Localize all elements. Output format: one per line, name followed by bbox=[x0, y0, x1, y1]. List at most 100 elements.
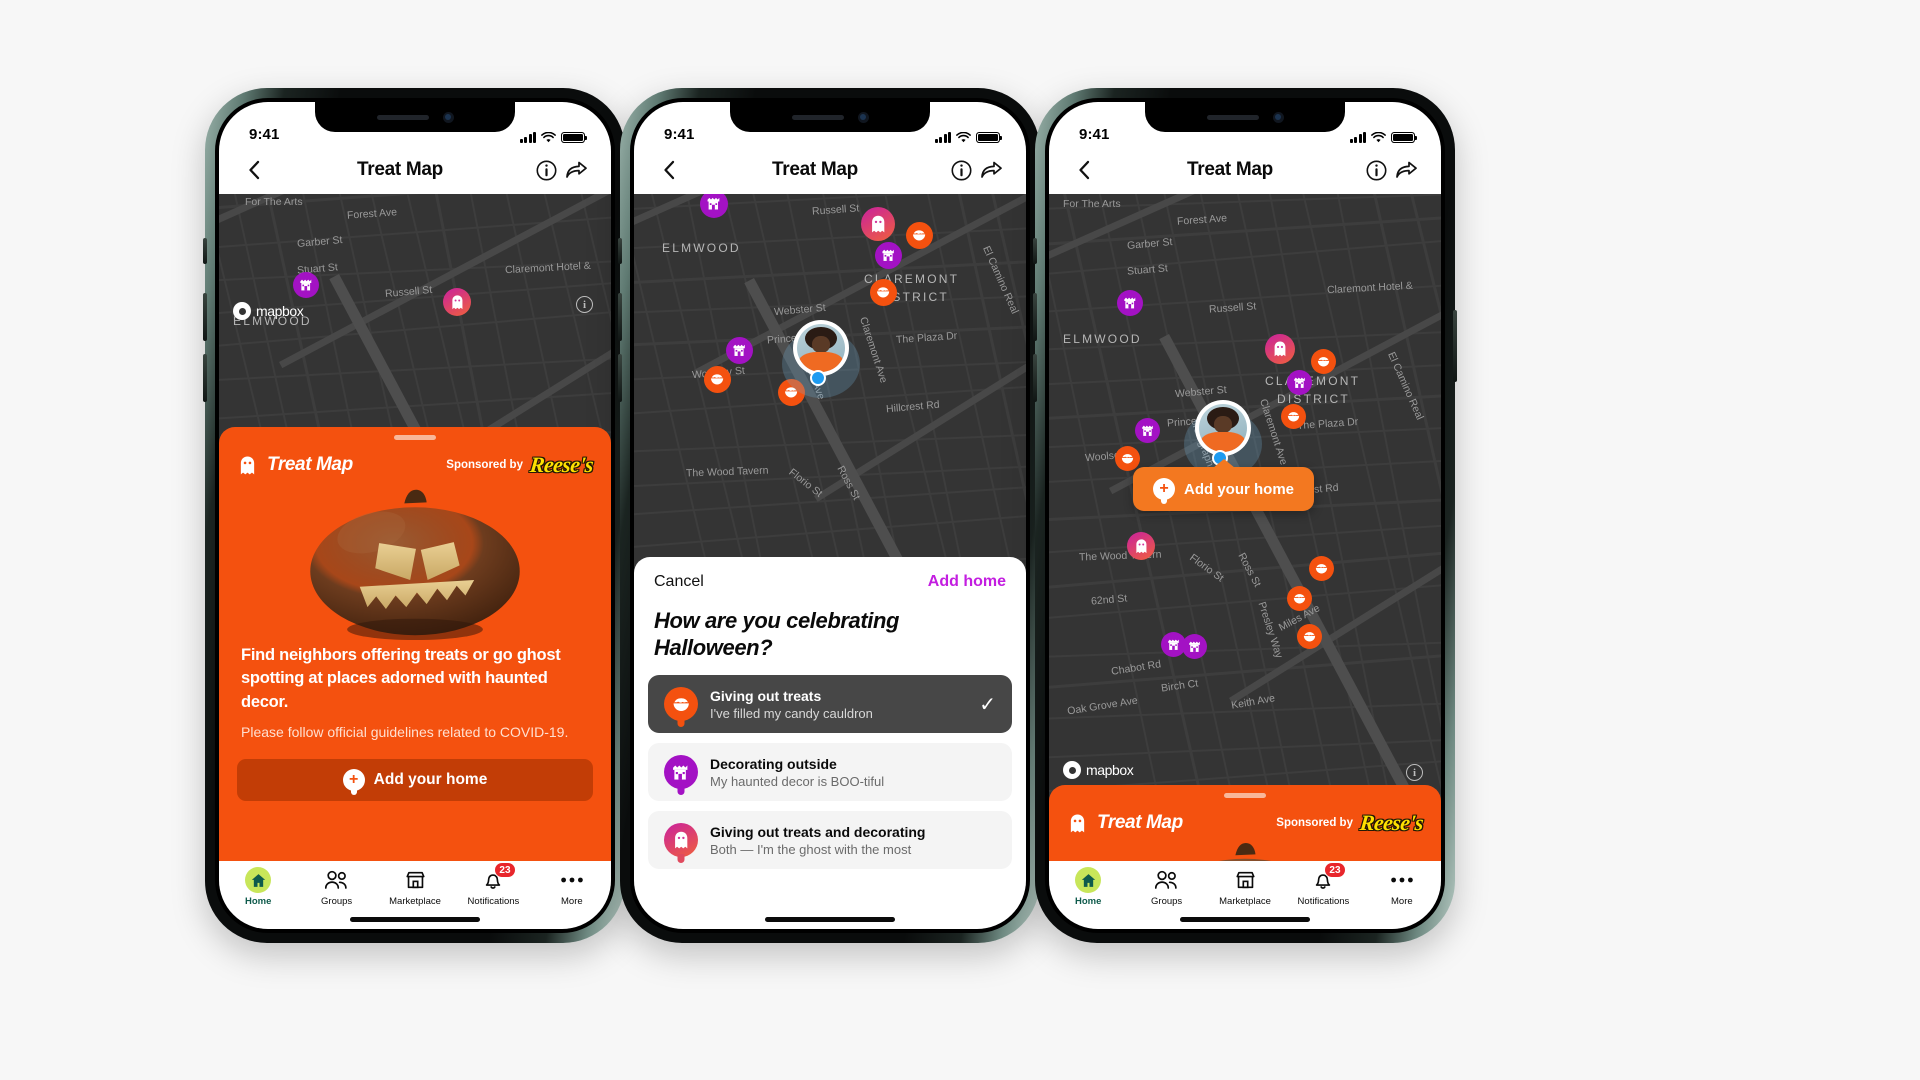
map-pin-ghost[interactable] bbox=[443, 288, 471, 316]
treat-map-promo-card: Treat Map Sponsored by Reese's bbox=[1049, 785, 1441, 861]
back-button[interactable] bbox=[654, 160, 684, 180]
tab-notifications[interactable]: 23 Notifications bbox=[454, 862, 532, 907]
option-text: Decorating outside My haunted decor is BO… bbox=[710, 756, 996, 789]
add-your-home-pill-label: Add your home bbox=[1184, 480, 1295, 498]
ghost-icon bbox=[1070, 813, 1085, 832]
status-time: 9:41 bbox=[1079, 126, 1110, 143]
map-pin-treat[interactable] bbox=[1311, 349, 1336, 374]
tab-marketplace[interactable]: Marketplace bbox=[1206, 867, 1284, 907]
pumpkin-illustration bbox=[1218, 843, 1272, 861]
battery-icon bbox=[561, 131, 588, 143]
map-pin-decor[interactable] bbox=[1182, 634, 1207, 659]
option-title: Giving out treats and decorating bbox=[710, 823, 926, 840]
share-arrow-icon[interactable] bbox=[1391, 160, 1421, 180]
map-pin-decor[interactable] bbox=[1135, 418, 1160, 443]
option-title: Decorating outside bbox=[710, 755, 837, 772]
wifi-icon bbox=[1371, 131, 1386, 142]
location-dot bbox=[810, 370, 826, 386]
notifications-badge: 23 bbox=[494, 862, 516, 878]
map-pin-treat[interactable] bbox=[1297, 624, 1322, 649]
page-title: Treat Map bbox=[357, 159, 443, 180]
map-pin-treat[interactable] bbox=[1309, 556, 1334, 581]
info-circle-icon[interactable] bbox=[1361, 160, 1391, 181]
mapbox-attribution[interactable]: mapbox bbox=[233, 302, 304, 320]
tab-groups[interactable]: Groups bbox=[297, 867, 375, 907]
battery-icon bbox=[976, 131, 1003, 143]
map-pin-decor[interactable] bbox=[1287, 370, 1312, 395]
phone-2: 9:41 Treat Map Russell St ELMWOOD CLAREM… bbox=[618, 88, 1042, 943]
info-circle-icon[interactable] bbox=[531, 160, 561, 181]
map-pin-decor[interactable] bbox=[726, 337, 753, 364]
tab-label: Groups bbox=[321, 896, 353, 907]
share-arrow-icon[interactable] bbox=[561, 160, 591, 180]
celebration-option-1[interactable]: Giving out treats I've filled my candy ca… bbox=[648, 675, 1012, 734]
home-indicator[interactable] bbox=[765, 917, 895, 922]
map-pin-ghost[interactable] bbox=[1265, 334, 1295, 364]
tab-groups[interactable]: Groups bbox=[1127, 867, 1205, 907]
home-icon bbox=[245, 867, 272, 893]
page-title: Treat Map bbox=[1187, 159, 1273, 180]
phone-1-bezel: 9:41 Treat Map For The Arts Forest Ave G… bbox=[215, 98, 615, 933]
map-pin-ghost[interactable] bbox=[1127, 532, 1155, 560]
tab-label: More bbox=[1391, 896, 1413, 907]
add-your-home-label: Add your home bbox=[373, 771, 488, 789]
tab-more[interactable]: More bbox=[533, 867, 611, 907]
phone-3-bezel: 9:41 Treat Map For The Arts Forest Ave G… bbox=[1045, 98, 1445, 933]
notch bbox=[315, 102, 515, 132]
mapbox-label: mapbox bbox=[256, 303, 304, 319]
add-your-home-pill[interactable]: + Add your home bbox=[1133, 467, 1315, 511]
map-street-label: ELMWOOD bbox=[1063, 332, 1142, 346]
tab-label: Notifications bbox=[1297, 896, 1350, 907]
nav-bar: Treat Map bbox=[634, 146, 1026, 194]
marketplace-icon bbox=[1235, 871, 1255, 889]
celebration-option-3[interactable]: Giving out treats and decorating Both — I… bbox=[648, 811, 1012, 870]
ellipsis-icon bbox=[1391, 877, 1413, 883]
info-circle-icon[interactable] bbox=[946, 160, 976, 181]
tab-label: Home bbox=[1075, 896, 1102, 907]
celebration-option-2[interactable]: Decorating outside My haunted decor is BO… bbox=[648, 743, 1012, 802]
map-pin-treat[interactable] bbox=[704, 366, 731, 393]
sponsor-logo: Reese's bbox=[1358, 810, 1425, 835]
home-indicator[interactable] bbox=[1180, 917, 1310, 922]
map-pin-treat[interactable] bbox=[1115, 446, 1140, 471]
home-icon bbox=[1075, 867, 1102, 893]
tab-home[interactable]: Home bbox=[219, 867, 297, 907]
tab-notifications[interactable]: 23 Notifications bbox=[1284, 862, 1362, 907]
map-pin-treat[interactable] bbox=[870, 279, 897, 306]
map-info-icon[interactable]: i bbox=[1406, 764, 1423, 781]
tab-label: Groups bbox=[1151, 896, 1183, 907]
promo-headline: Find neighbors offering treats or go gho… bbox=[241, 646, 561, 711]
add-home-button[interactable]: Add home bbox=[928, 573, 1006, 591]
cancel-button[interactable]: Cancel bbox=[654, 573, 704, 591]
map-pin-treat[interactable] bbox=[1281, 404, 1306, 429]
map-pin-treat[interactable] bbox=[1287, 586, 1312, 611]
option-subtitle: Both — I'm the ghost with the most bbox=[710, 841, 912, 857]
tab-marketplace[interactable]: Marketplace bbox=[376, 867, 454, 907]
sponsored-by-label: Sponsored by bbox=[446, 459, 523, 471]
mapbox-attribution[interactable]: mapbox bbox=[1063, 761, 1134, 779]
back-button[interactable] bbox=[239, 160, 269, 180]
share-arrow-icon[interactable] bbox=[976, 160, 1006, 180]
map-info-icon[interactable]: i bbox=[576, 296, 593, 313]
map-pin-decor[interactable] bbox=[1117, 290, 1143, 316]
ghost-icon bbox=[664, 823, 698, 858]
tab-more[interactable]: More bbox=[1363, 867, 1441, 907]
map-pin-decor[interactable] bbox=[875, 242, 902, 269]
screenshot-canvas: 9:41 Treat Map For The Arts Forest Ave G… bbox=[0, 0, 1920, 1080]
user-location-puck[interactable] bbox=[782, 320, 860, 398]
phone-1: 9:41 Treat Map For The Arts Forest Ave G… bbox=[203, 88, 627, 943]
home-indicator[interactable] bbox=[350, 917, 480, 922]
option-subtitle: I've filled my candy cauldron bbox=[710, 705, 873, 721]
back-button[interactable] bbox=[1069, 160, 1099, 180]
map-pin-treat[interactable] bbox=[906, 222, 933, 249]
map-pin-decor[interactable] bbox=[293, 272, 319, 298]
map-pin-ghost[interactable] bbox=[861, 207, 895, 241]
map-street-label: ELMWOOD bbox=[662, 241, 741, 255]
tab-home[interactable]: Home bbox=[1049, 867, 1127, 907]
cellular-signal-icon bbox=[519, 131, 536, 143]
treat-bowl-icon bbox=[664, 687, 698, 722]
check-icon: ✓ bbox=[979, 693, 996, 716]
earpiece-speaker bbox=[1206, 114, 1259, 120]
add-your-home-button[interactable]: + Add your home bbox=[237, 759, 593, 802]
ghost-icon bbox=[240, 455, 255, 474]
